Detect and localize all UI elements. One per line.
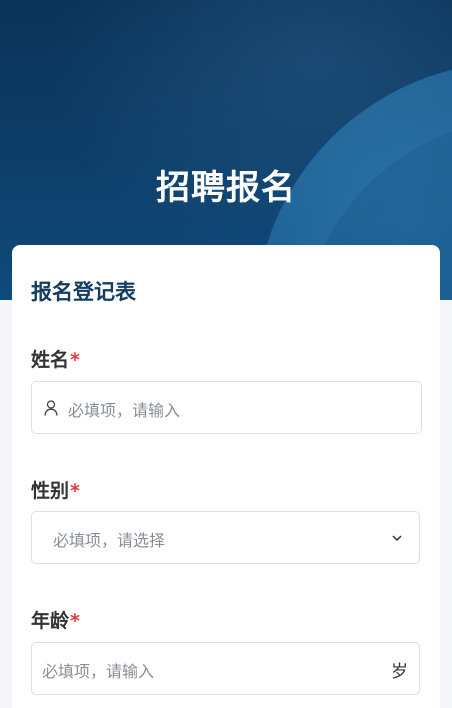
gender-label: 性别* xyxy=(31,476,80,503)
name-label-text: 姓名 xyxy=(31,349,70,371)
user-icon xyxy=(44,400,58,416)
age-label-text: 年龄 xyxy=(31,610,70,632)
age-unit: 岁 xyxy=(391,662,408,682)
form-title: 报名登记表 xyxy=(31,280,136,304)
required-mark: * xyxy=(70,610,80,632)
gender-placeholder: 必填项，请选择 xyxy=(53,531,166,550)
name-input[interactable]: 必填项，请输入 xyxy=(31,381,422,434)
name-label: 姓名* xyxy=(31,345,80,372)
required-mark: * xyxy=(70,349,80,371)
form-card: 报名登记表 姓名* 必填项，请输入 性别* 必填项，请选择 年龄* 必填项，请输… xyxy=(12,245,440,708)
required-mark: * xyxy=(70,480,80,502)
age-placeholder: 必填项，请输入 xyxy=(42,662,155,681)
age-label: 年龄* xyxy=(31,606,80,633)
gender-select[interactable]: 必填项，请选择 xyxy=(31,511,420,564)
name-placeholder: 必填项，请输入 xyxy=(68,401,181,420)
age-input[interactable]: 必填项，请输入 岁 xyxy=(31,642,420,695)
page-title: 招聘报名 xyxy=(156,168,296,208)
gender-label-text: 性别 xyxy=(31,480,70,502)
page: 招聘报名 报名登记表 姓名* 必填项，请输入 性别* 必填项，请选择 年龄* 必… xyxy=(0,0,452,708)
chevron-down-icon xyxy=(392,535,402,542)
